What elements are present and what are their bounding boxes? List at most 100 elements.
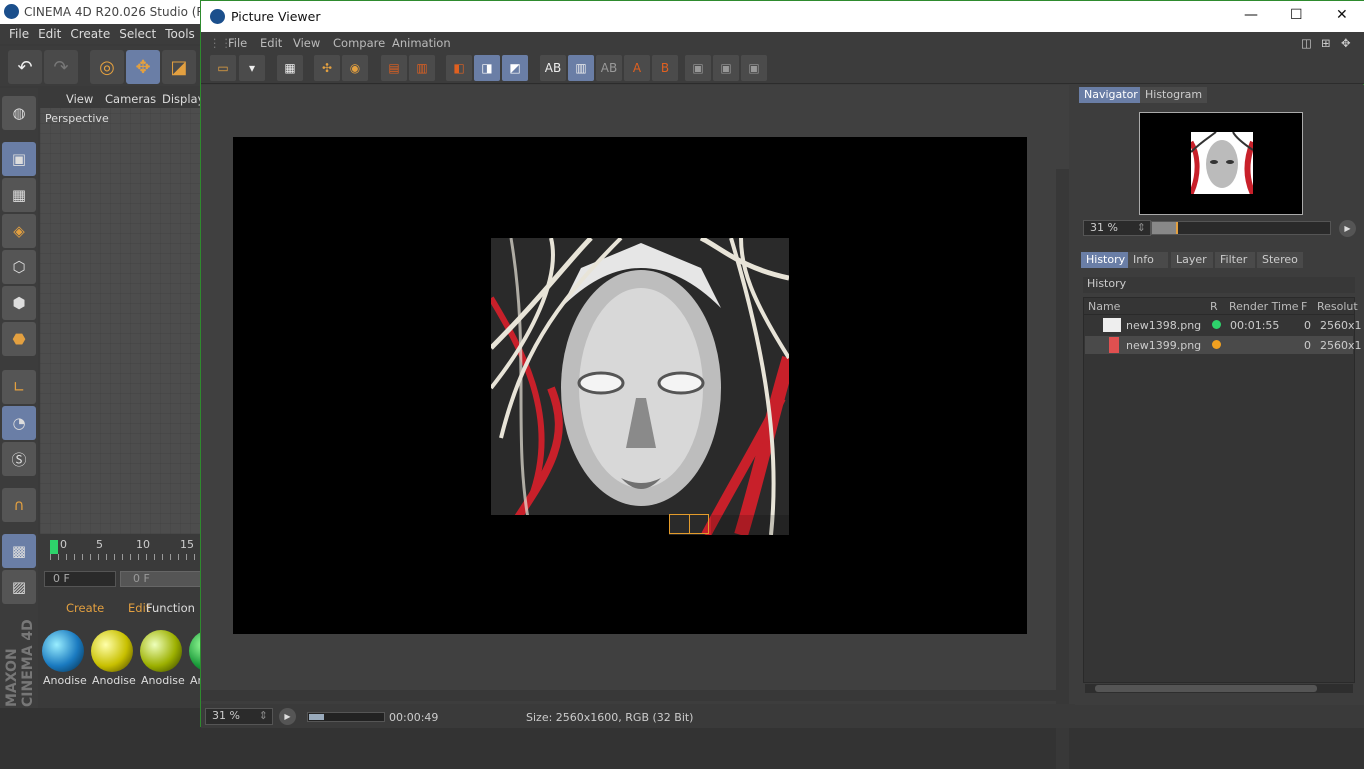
tab-info[interactable]: Info <box>1128 252 1168 268</box>
region-icon[interactable]: ◉ <box>342 55 368 81</box>
save-icon[interactable]: ▾ <box>239 55 265 81</box>
show-alpha-icon[interactable]: ◨ <box>474 55 500 81</box>
col-name[interactable]: Name <box>1088 300 1120 313</box>
row-name: new1399.png <box>1126 339 1202 352</box>
thumbnail-icon <box>1103 318 1121 332</box>
timeline-tick: 5 <box>96 538 103 551</box>
spinner-icon[interactable]: ⇕ <box>1137 221 1146 234</box>
navigator-zoom-field[interactable]: 31 % ⇕ <box>1083 220 1151 236</box>
picture-viewer-window: Picture Viewer — ☐ ✕ ⋮⋮ File Edit View C… <box>200 0 1364 769</box>
compare-split-icon[interactable]: ▥ <box>568 55 594 81</box>
minimize-button[interactable]: — <box>1244 7 1258 23</box>
tab-history[interactable]: History <box>1081 252 1131 268</box>
planar-workplane-icon[interactable]: ▨ <box>2 570 36 604</box>
compare-text-icon[interactable]: ▣ <box>741 55 767 81</box>
timeline-playhead[interactable] <box>50 540 58 554</box>
navigator-menu-icon[interactable]: ▶ <box>1339 220 1356 237</box>
live-selection-icon[interactable]: ◎ <box>90 50 124 84</box>
viewport-menu-display[interactable]: Display <box>162 92 204 106</box>
material-swatch[interactable] <box>42 630 84 672</box>
render-bucket-divider <box>689 514 690 534</box>
solo-icon[interactable]: Ⓢ <box>2 442 36 476</box>
edges-mode-icon[interactable]: ⬢ <box>2 286 36 320</box>
set-a-icon[interactable]: A <box>624 55 650 81</box>
image-canvas[interactable] <box>201 85 1069 769</box>
pv-menu-compare[interactable]: Compare <box>333 36 385 50</box>
redo-icon[interactable]: ↷ <box>44 50 78 84</box>
col-r[interactable]: R <box>1210 300 1218 313</box>
frame-range-field[interactable]: 0 F <box>120 571 210 587</box>
thumbnail-icon <box>1109 337 1119 353</box>
navigator-zoom-knob[interactable] <box>1152 222 1178 234</box>
c4d-menu-edit[interactable]: Edit <box>38 27 61 41</box>
row-resolution: 2560x1 <box>1320 319 1362 332</box>
col-render-time[interactable]: Render Time <box>1229 300 1299 313</box>
points-mode-icon[interactable]: ⬡ <box>2 250 36 284</box>
material-swatch[interactable] <box>91 630 133 672</box>
pv-menu-file[interactable]: File <box>228 36 247 50</box>
make-editable-icon[interactable]: ◍ <box>2 96 36 130</box>
col-frame[interactable]: F <box>1301 300 1307 313</box>
material-menu-function[interactable]: Function <box>146 601 195 615</box>
move-tool-icon[interactable]: ✥ <box>126 50 160 84</box>
play-icon[interactable]: ▶ <box>279 708 296 725</box>
swap-ab-icon[interactable]: ▣ <box>685 55 711 81</box>
layout-icon[interactable]: ◫ <box>1301 36 1312 50</box>
current-frame-field[interactable]: 0 F <box>44 571 116 587</box>
tab-layer[interactable]: Layer <box>1171 252 1213 268</box>
tweak-icon[interactable]: ◔ <box>2 406 36 440</box>
close-button[interactable]: ✕ <box>1336 7 1348 23</box>
render-settings-icon[interactable]: ▦ <box>277 55 303 81</box>
tab-filter[interactable]: Filter <box>1215 252 1255 268</box>
snap-icon[interactable]: ∩ <box>2 488 36 522</box>
render-region-icon[interactable]: ▥ <box>409 55 435 81</box>
navigator-zoom-slider[interactable] <box>1151 221 1331 235</box>
viewport-menu-view[interactable]: View <box>66 92 93 106</box>
show-channel-icon[interactable]: ◧ <box>446 55 472 81</box>
pv-menu-animation[interactable]: Animation <box>392 36 451 50</box>
tab-stereo[interactable]: Stereo <box>1257 252 1303 268</box>
perspective-viewport[interactable] <box>40 108 205 534</box>
canvas-vertical-scrollbar[interactable] <box>1056 169 1069 769</box>
compare-diff-icon[interactable]: AB <box>596 55 622 81</box>
undo-icon[interactable]: ↶ <box>8 50 42 84</box>
maximize-button[interactable]: ☐ <box>1290 7 1303 23</box>
history-scroll-thumb[interactable] <box>1095 685 1317 692</box>
workplane-icon[interactable]: ◈ <box>2 214 36 248</box>
c4d-menu-file[interactable]: File <box>9 27 29 41</box>
material-swatch[interactable] <box>140 630 182 672</box>
c4d-menu-select[interactable]: Select <box>119 27 156 41</box>
compare-ab-icon[interactable]: AB <box>540 55 566 81</box>
tab-histogram[interactable]: Histogram <box>1140 87 1208 103</box>
render-progress-fill <box>309 714 324 720</box>
spinner-icon[interactable]: ⇕ <box>259 709 268 722</box>
canvas-horizontal-scrollbar[interactable] <box>201 690 1061 701</box>
set-b-icon[interactable]: B <box>652 55 678 81</box>
fit-icon[interactable]: ✣ <box>314 55 340 81</box>
timeline[interactable]: 0 5 10 15 <box>40 534 205 566</box>
viewport-menu-cameras[interactable]: Cameras <box>105 92 156 106</box>
material-menu-create[interactable]: Create <box>66 601 104 615</box>
tab-navigator[interactable]: Navigator <box>1079 87 1143 103</box>
new-panel-icon[interactable]: ⊞ <box>1321 36 1331 50</box>
move-panel-icon[interactable]: ✥ <box>1341 36 1351 50</box>
axis-icon[interactable]: ∟ <box>2 370 36 404</box>
compare-mode-icon[interactable]: ▣ <box>713 55 739 81</box>
c4d-menu-create[interactable]: Create <box>70 27 110 41</box>
pv-menu-view[interactable]: View <box>293 36 320 50</box>
polygons-mode-icon[interactable]: ⬣ <box>2 322 36 356</box>
c4d-menu-tools[interactable]: Tools <box>165 27 195 41</box>
show-layer-icon[interactable]: ◩ <box>502 55 528 81</box>
zoom-field[interactable]: 31 % ⇕ <box>205 708 273 725</box>
history-table: Name R Render Time F Resolut new1398.png… <box>1083 297 1362 683</box>
history-row[interactable]: new1398.png 00:01:55 0 2560x1 <box>1085 316 1362 334</box>
model-mode-icon[interactable]: ▣ <box>2 142 36 176</box>
stop-render-icon[interactable]: ▤ <box>381 55 407 81</box>
lock-workplane-icon[interactable]: ▩ <box>2 534 36 568</box>
col-resolution[interactable]: Resolut <box>1317 300 1358 313</box>
open-file-icon[interactable]: ▭ <box>210 55 236 81</box>
pv-menu-edit[interactable]: Edit <box>260 36 282 50</box>
history-row[interactable]: new1399.png 0 2560x1 <box>1085 336 1362 354</box>
texture-mode-icon[interactable]: ▦ <box>2 178 36 212</box>
scale-tool-icon[interactable]: ◪ <box>162 50 196 84</box>
